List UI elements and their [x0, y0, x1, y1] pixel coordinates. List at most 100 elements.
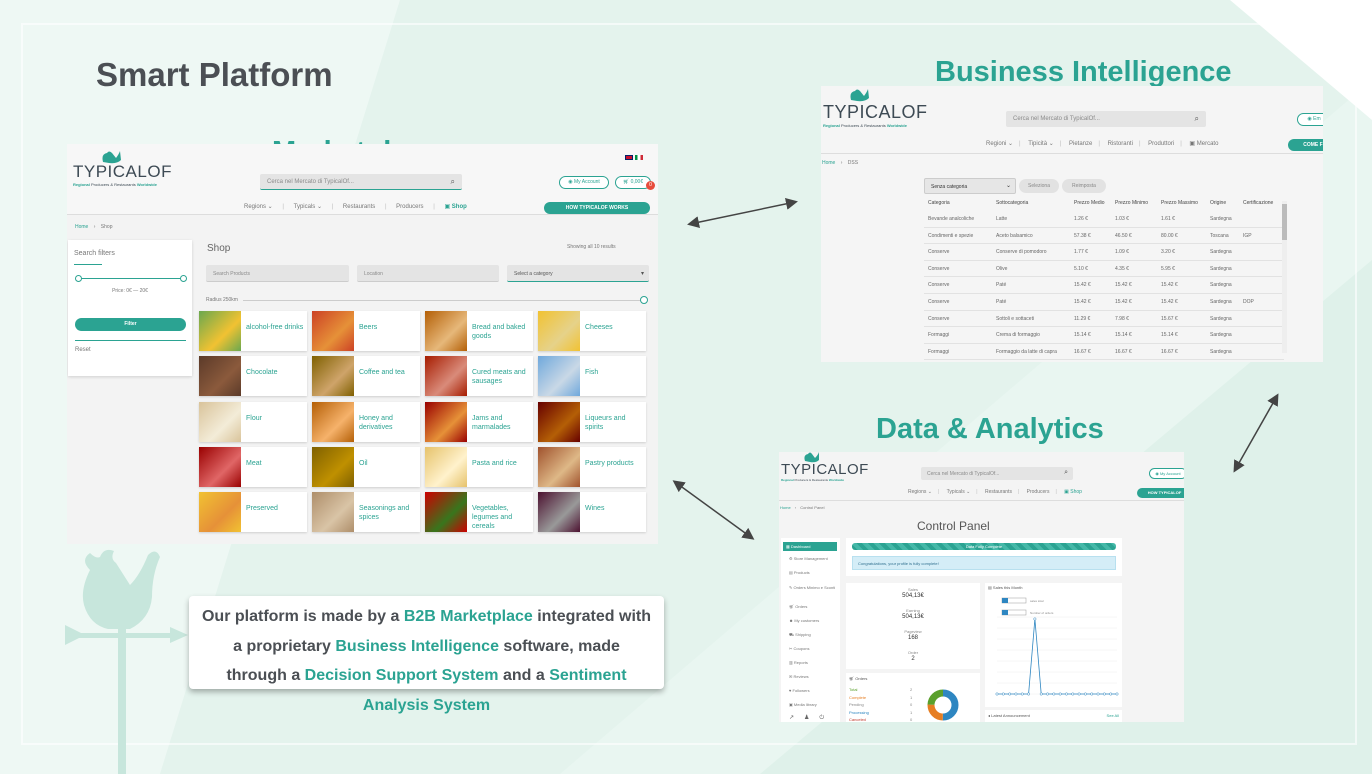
category-image-bread-and-baked-goods[interactable] — [425, 311, 467, 351]
category-image-preserved[interactable] — [199, 492, 241, 532]
da-nav-shop[interactable]: Shop — [1070, 489, 1082, 495]
category-label-cheeses[interactable]: Cheeses — [585, 323, 645, 332]
uk-flag-icon[interactable] — [625, 155, 633, 160]
table-row[interactable]: Formaggi Crema di formaggio 15.14 € 15.14 €… — [924, 327, 1284, 344]
location-input[interactable]: Location — [357, 265, 499, 282]
category-image-meat[interactable] — [199, 446, 241, 487]
category-label-meat[interactable]: Meat — [246, 459, 306, 468]
category-image-oil[interactable] — [312, 446, 354, 487]
column-header[interactable]: Prezzo Medio — [1074, 200, 1105, 206]
sidebar-item[interactable]: ✂ Coupons — [789, 646, 809, 651]
da-nav-producers[interactable]: Producers — [1027, 489, 1050, 495]
category-image-seasonings-and-spices[interactable] — [312, 492, 354, 532]
user-icon[interactable]: ♟ — [804, 715, 819, 721]
category-label-preserved[interactable]: Preserved — [246, 504, 306, 513]
bi-nav-mercato[interactable]: Mercato — [1197, 141, 1219, 147]
category-label-fish[interactable]: Fish — [585, 368, 645, 377]
category-card-bread-and-baked-goods[interactable]: Bread and baked goods — [425, 311, 533, 351]
category-label-pasta-and-rice[interactable]: Pasta and rice — [472, 459, 532, 468]
category-card-pastry-products[interactable]: Pastry products — [538, 446, 646, 487]
column-header[interactable]: Prezzo Minimo — [1115, 200, 1148, 206]
how-it-works-button[interactable]: HOW TYPICALOF WORKS — [544, 202, 650, 214]
bi-select-button[interactable]: Seleziona — [1019, 179, 1059, 193]
category-image-jams-and-marmalades[interactable] — [425, 401, 467, 442]
column-header[interactable]: Origine — [1210, 200, 1226, 206]
category-image-fish[interactable] — [538, 356, 580, 397]
sidebar-item[interactable]: ✎ Orders Minimo e Sconti — [789, 584, 837, 591]
category-card-fish[interactable]: Fish — [538, 356, 646, 397]
category-image-vegetables-legumes-and-cereals[interactable] — [425, 492, 467, 532]
category-card-jams-and-marmalades[interactable]: Jams and marmalades — [425, 401, 533, 442]
category-label-liqueurs-and-spirits[interactable]: Liqueurs and spirits — [585, 414, 645, 432]
da-nav-regions[interactable]: Regions ⌄ — [908, 489, 932, 495]
bi-account-button[interactable]: ◉ Em — [1297, 113, 1323, 126]
table-row[interactable]: Formaggi Formaggio da latte di capra 16.67… — [924, 344, 1284, 361]
price-max-handle[interactable] — [180, 275, 187, 282]
table-row[interactable]: Bevande analcoliche Latte 1.26 € 1.03 € 1.61… — [924, 211, 1284, 228]
search-icon[interactable]: ⌕ — [1064, 469, 1068, 477]
category-card-meat[interactable]: Meat — [199, 446, 307, 487]
sidebar-item[interactable]: ▣ Media library — [789, 702, 817, 707]
da-how-button[interactable]: HOW TYPICALOF — [1137, 488, 1184, 498]
category-image-flour[interactable] — [199, 401, 241, 442]
price-slider[interactable] — [78, 278, 184, 279]
bi-reset-button[interactable]: Reimposta — [1062, 179, 1106, 193]
price-min-handle[interactable] — [75, 275, 82, 282]
category-label-beers[interactable]: Beers — [359, 323, 419, 332]
category-label-oil[interactable]: Oil — [359, 459, 419, 468]
category-image-cured-meats-and-sausages[interactable] — [425, 356, 467, 397]
category-image-liqueurs-and-spirits[interactable] — [538, 401, 580, 442]
da-nav-restaurants[interactable]: Restaurants — [985, 489, 1012, 495]
filter-button[interactable]: Filter — [75, 318, 186, 331]
table-row[interactable]: Conserve Olive 5.10 € 4.35 € 5.95 € Sardegna — [924, 261, 1284, 278]
sidebar-item[interactable]: 🛒︎ Orders — [789, 604, 807, 609]
nav-shop[interactable]: Shop — [452, 204, 467, 210]
external-link-icon[interactable]: ↗ — [789, 715, 804, 721]
category-card-cured-meats-and-sausages[interactable]: Cured meats and sausages — [425, 356, 533, 397]
nav-regions[interactable]: Regions ⌄ — [244, 203, 273, 210]
search-icon[interactable]: ⌕ — [1195, 114, 1199, 124]
nav-producers[interactable]: Producers — [396, 204, 423, 210]
column-header[interactable]: Sottocategoria — [996, 200, 1028, 206]
category-card-oil[interactable]: Oil — [312, 446, 420, 487]
sidebar-item[interactable]: ✉ Reviews — [789, 674, 809, 679]
language-flags[interactable] — [625, 155, 643, 162]
category-image-pasta-and-rice[interactable] — [425, 446, 467, 487]
category-image-chocolate[interactable] — [199, 356, 241, 397]
column-header[interactable]: Certificazione — [1243, 200, 1273, 206]
category-card-cheeses[interactable]: Cheeses — [538, 311, 646, 351]
category-card-liqueurs-and-spirits[interactable]: Liqueurs and spirits — [538, 401, 646, 442]
bi-nav-regioni[interactable]: Regioni ⌄ — [986, 140, 1013, 147]
category-image-wines[interactable] — [538, 492, 580, 532]
category-image-pastry-products[interactable] — [538, 446, 580, 487]
category-card-seasonings-and-spices[interactable]: Seasonings and spices — [312, 492, 420, 532]
category-label-honey-and-derivatives[interactable]: Honey and derivatives — [359, 414, 419, 432]
sidebar-item[interactable]: ♥ Followers — [789, 688, 810, 693]
category-card-pasta-and-rice[interactable]: Pasta and rice — [425, 446, 533, 487]
category-card-preserved[interactable]: Preserved — [199, 492, 307, 532]
category-card-chocolate[interactable]: Chocolate — [199, 356, 307, 397]
table-scrollbar[interactable] — [1282, 201, 1287, 353]
table-row[interactable]: Conserve Paté 15.42 € 15.42 € 15.42 € Sardegn… — [924, 277, 1284, 294]
breadcrumb-home[interactable]: Home — [75, 224, 88, 230]
my-account-button[interactable]: ◉ My Account — [559, 176, 609, 189]
category-label-vegetables-legumes-and-cereals[interactable]: Vegetables, legumes and cereals — [472, 504, 532, 531]
search-icon[interactable]: ⌕ — [451, 177, 455, 187]
table-row[interactable]: Condimenti e spezie Aceto balsamico 57.38 … — [924, 228, 1284, 245]
sidebar-item[interactable]: ☻ My customers — [789, 618, 819, 623]
table-row[interactable]: Conserve Conserve di pomodoro 1.77 € 1.09 €… — [924, 244, 1284, 261]
see-all-link[interactable]: See All — [1107, 713, 1119, 718]
scrollbar-thumb[interactable] — [1282, 204, 1287, 240]
bi-nav-produttori[interactable]: Produttori — [1148, 141, 1174, 147]
da-account-button[interactable]: ◉ My Account — [1149, 468, 1184, 479]
nav-typicals[interactable]: Typicals ⌄ — [294, 203, 322, 210]
bi-come-button[interactable]: COME F — [1288, 139, 1323, 151]
sidebar-item[interactable]: ⛟ Shipping — [789, 632, 811, 638]
da-nav-typicals[interactable]: Typicals ⌄ — [947, 489, 971, 495]
category-card-coffee-and-tea[interactable]: Coffee and tea — [312, 356, 420, 397]
bi-search-input[interactable]: Cerca nel Mercato di TypicalOf... ⌕ — [1006, 111, 1206, 127]
bi-nav-tipicita[interactable]: Tipicità ⌄ — [1028, 140, 1053, 147]
category-card-vegetables-legumes-and-cereals[interactable]: Vegetables, legumes and cereals — [425, 492, 533, 532]
bi-nav-pietanze[interactable]: Pietanze — [1069, 141, 1092, 147]
table-row[interactable]: Conserve Paté 15.42 € 15.42 € 15.42 € Sardegn… — [924, 294, 1284, 311]
